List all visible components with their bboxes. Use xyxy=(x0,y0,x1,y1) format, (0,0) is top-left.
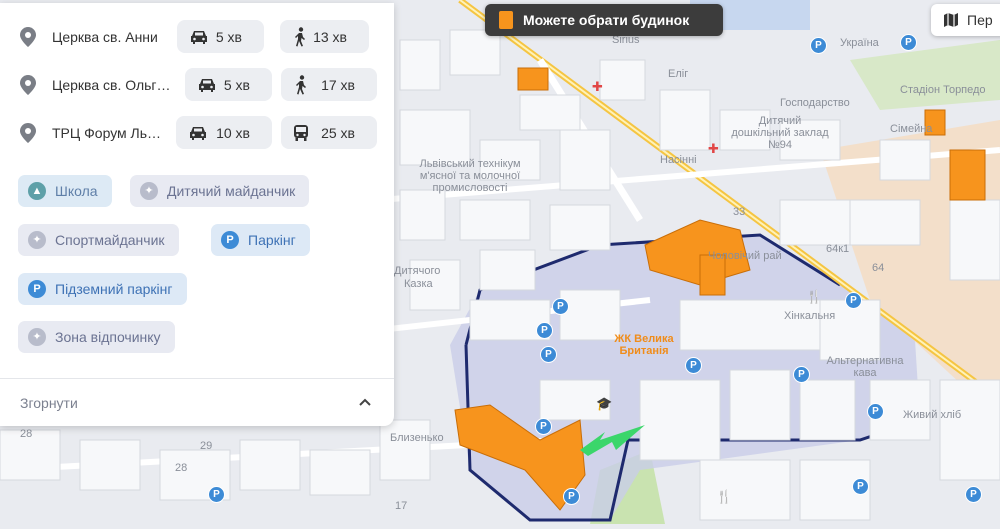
car-icon xyxy=(191,30,207,44)
walk-time: 13 хв xyxy=(313,28,347,45)
house-number: 64к1 xyxy=(826,243,850,255)
hospital-icon[interactable]: ✚ xyxy=(592,80,603,94)
map-label: Хінкальня xyxy=(784,310,836,322)
toast-label: Можете обрати будинок xyxy=(523,12,690,28)
bus-time-chip[interactable]: 25 хв xyxy=(281,116,377,149)
parking-pin[interactable]: P xyxy=(845,292,862,309)
map-type-label: Пер xyxy=(967,12,993,28)
map-label: Казка xyxy=(404,278,433,290)
bus-icon xyxy=(294,124,308,141)
place-name: Церква св. Ольг… xyxy=(52,77,171,93)
place-name: ТРЦ Форум Ль… xyxy=(52,125,162,141)
house-number: 28 xyxy=(175,462,188,474)
tag-school[interactable]: ▲ Школа xyxy=(18,175,112,207)
divider xyxy=(0,378,394,379)
parking-icon: P xyxy=(221,231,239,249)
car-time-chip[interactable]: 5 хв xyxy=(185,68,272,101)
map-icon xyxy=(944,13,958,27)
house-number: 29 xyxy=(200,440,213,452)
sport-icon: ✦ xyxy=(28,231,46,249)
tag-playground[interactable]: ✦ Дитячий майданчик xyxy=(130,175,310,207)
nearby-panel: Церква св. Анни 5 хв 13 хв Церква св. Ол… xyxy=(0,3,394,426)
select-building-toast: Можете обрати будинок xyxy=(485,4,723,36)
walk-icon xyxy=(295,26,305,46)
complex-label[interactable]: ЖК Велика Британія xyxy=(608,333,680,357)
house-number: 64 xyxy=(872,262,885,274)
map-label: Львівський технікум м'ясної та молочної … xyxy=(419,158,521,194)
location-pin-icon xyxy=(20,27,36,47)
tag-parking[interactable]: P Паркінг xyxy=(211,224,310,256)
parking-pin[interactable]: P xyxy=(900,34,917,51)
restaurant-icon[interactable]: 🍴 xyxy=(716,490,732,504)
walk-icon xyxy=(296,74,306,94)
map-label: Дитячий дошкільний заклад №94 xyxy=(731,115,829,151)
route-row[interactable]: Церква св. Анни 5 хв 13 хв xyxy=(20,20,390,54)
house-number: 33 xyxy=(733,206,746,218)
parking-pin[interactable]: P xyxy=(810,37,827,54)
parking-pin[interactable]: P xyxy=(208,486,225,503)
parking-pin[interactable]: P xyxy=(793,366,810,383)
car-icon xyxy=(190,126,206,140)
parking-pin[interactable]: P xyxy=(563,488,580,505)
map-label: Стадіон Торпедо xyxy=(900,84,986,96)
walk-time-chip[interactable]: 17 хв xyxy=(281,68,377,101)
map-label: Альтернативна кава xyxy=(826,355,904,379)
hospital-icon[interactable]: ✚ xyxy=(708,142,719,156)
place-name: Церква св. Анни xyxy=(52,29,158,45)
car-time: 10 хв xyxy=(216,124,250,141)
map-label: Господарство xyxy=(780,97,850,109)
recreation-icon: ✦ xyxy=(28,328,46,346)
location-pin-icon xyxy=(20,75,36,95)
map-label: Близенько xyxy=(390,432,444,444)
house-number: 28 xyxy=(20,428,33,440)
car-time: 5 хв xyxy=(215,28,242,45)
parking-pin[interactable]: P xyxy=(852,478,869,495)
route-row[interactable]: ТРЦ Форум Ль… 10 хв 25 хв xyxy=(20,116,390,150)
car-time: 5 хв xyxy=(223,76,250,93)
parking-icon: P xyxy=(28,280,46,298)
parking-pin[interactable]: P xyxy=(536,322,553,339)
parking-pin[interactable]: P xyxy=(685,357,702,374)
tag-sport[interactable]: ✦ Спортмайданчик xyxy=(18,224,179,256)
tag-label: Дитячий майданчик xyxy=(167,183,296,199)
building-icon xyxy=(499,11,513,29)
map-type-button[interactable]: Пер xyxy=(931,4,1000,36)
map-label: Еліг xyxy=(668,68,689,80)
car-time-chip[interactable]: 5 хв xyxy=(177,20,264,53)
map-label: Насінні xyxy=(660,154,697,166)
chevron-up-icon[interactable] xyxy=(358,396,372,410)
parking-pin[interactable]: P xyxy=(965,486,982,503)
parking-pin[interactable]: P xyxy=(552,298,569,315)
parking-pin[interactable]: P xyxy=(540,346,557,363)
map-label: Сімейна xyxy=(890,123,933,135)
map-label: Україна xyxy=(840,37,879,49)
parking-pin[interactable]: P xyxy=(535,418,552,435)
restaurant-icon[interactable]: 🍴 xyxy=(806,290,822,304)
tag-label: Підземний паркінг xyxy=(55,281,173,297)
location-pin-icon xyxy=(20,123,36,143)
map-label: Дитячого xyxy=(394,265,441,277)
tag-label: Зона відпочинку xyxy=(55,329,161,345)
tag-label: Паркінг xyxy=(248,232,296,248)
playground-icon: ✦ xyxy=(140,182,158,200)
school-icon: ▲ xyxy=(28,182,46,200)
tag-label: Школа xyxy=(55,183,98,199)
house-number: 17 xyxy=(395,500,408,512)
map-label: Чоловічий рай xyxy=(708,250,782,262)
school-icon: 🎓 xyxy=(596,396,613,411)
tag-underground-parking[interactable]: P Підземний паркінг xyxy=(18,273,187,305)
map-label: Живий хліб xyxy=(903,409,962,421)
car-time-chip[interactable]: 10 хв xyxy=(176,116,272,149)
car-icon xyxy=(199,78,215,92)
bus-time: 25 хв xyxy=(321,124,355,141)
collapse-button[interactable]: Згорнути xyxy=(20,395,78,411)
tag-recreation[interactable]: ✦ Зона відпочинку xyxy=(18,321,175,353)
walk-time: 17 хв xyxy=(321,76,355,93)
route-row[interactable]: Церква св. Ольг… 5 хв 17 хв xyxy=(20,68,390,102)
tag-label: Спортмайданчик xyxy=(55,232,165,248)
parking-pin[interactable]: P xyxy=(867,403,884,420)
walk-time-chip[interactable]: 13 хв xyxy=(280,20,369,53)
